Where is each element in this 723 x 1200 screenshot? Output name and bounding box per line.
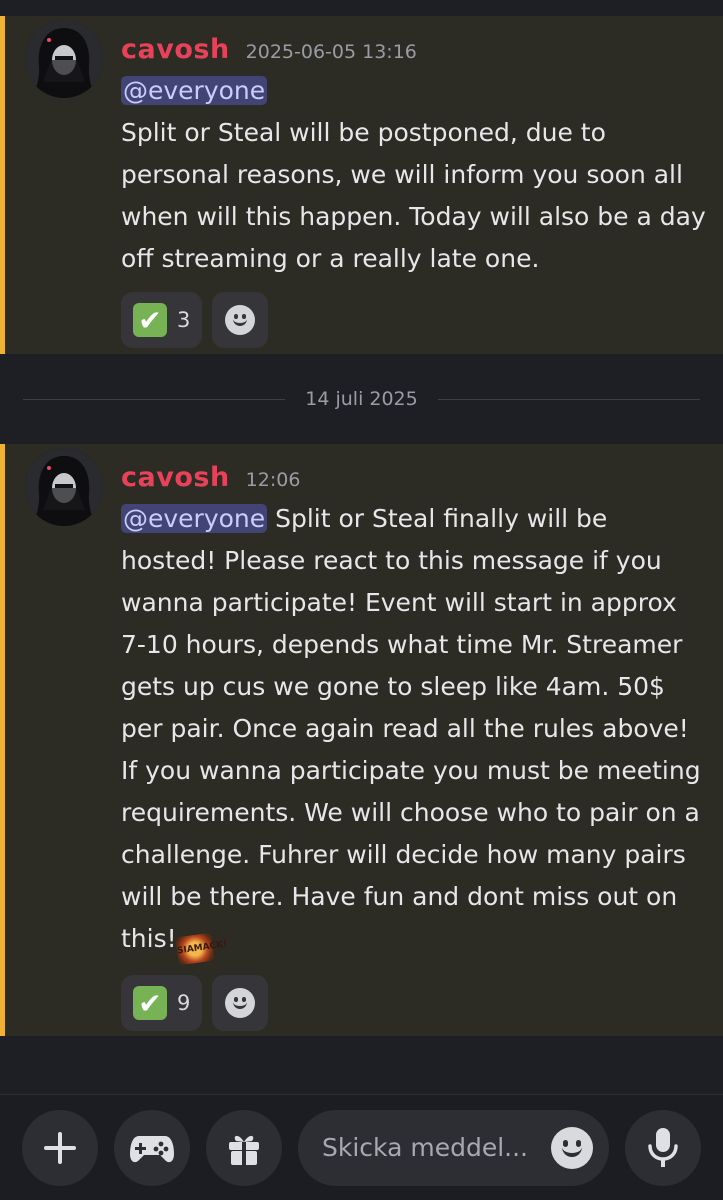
message-header: cavosh 12:06 [121,454,709,498]
add-reaction-button[interactable] [212,292,269,348]
message[interactable]: cavosh 2025-06-05 13:16 @everyone Split … [0,16,723,354]
plus-icon [44,1131,76,1164]
reaction-check[interactable]: ✔ 9 [121,975,203,1031]
timestamp: 12:06 [245,469,301,491]
sticker-emoji: SIAMACK! [174,932,227,966]
message-header: cavosh 2025-06-05 13:16 [121,26,709,70]
emoji-icon[interactable] [551,1126,593,1169]
timestamp: 2025-06-05 13:16 [245,41,417,63]
add-attachment-button[interactable] [22,1109,98,1186]
avatar[interactable] [25,448,103,526]
check-icon: ✔ [133,986,167,1020]
add-reaction-button[interactable] [212,975,269,1031]
reaction-count: 9 [177,991,191,1015]
check-icon: ✔ [133,303,167,337]
divider-date: 14 juli 2025 [305,388,418,410]
reactions: ✔ 3 [121,292,709,348]
message-text: Split or Steal finally will be hosted! P… [121,504,701,953]
divider-line-left [23,398,286,400]
activities-button[interactable] [114,1109,190,1186]
gift-button[interactable] [206,1109,282,1186]
avatar[interactable] [25,20,103,98]
message-content: @everyone Split or Steal will be postpon… [121,70,709,280]
hooded-figure-icon [25,448,103,526]
microphone-icon [648,1127,678,1167]
hooded-figure-icon [25,20,103,98]
reaction-count: 3 [177,308,191,332]
author-name[interactable]: cavosh [121,34,230,65]
message-content: @everyone Split or Steal finally will be… [121,498,709,966]
mention[interactable]: @everyone [121,504,268,533]
message-text: Split or Steal will be postponed, due to… [121,118,706,273]
date-divider: 14 juli 2025 [0,354,723,444]
gamepad-icon [130,1135,174,1162]
message[interactable]: cavosh 12:06 @everyone Split or Steal fi… [0,444,723,1036]
message-composer: Skicka meddel... [0,1094,723,1200]
reactions: ✔ 9 [121,975,709,1031]
mention[interactable]: @everyone [121,76,268,105]
gift-icon [229,1135,259,1165]
add-reaction-icon [225,305,256,335]
author-name[interactable]: cavosh [121,462,230,493]
top-gap [0,0,723,16]
message-input-placeholder: Skicka meddel... [322,1133,528,1162]
divider-line-right [437,398,700,400]
voice-message-button[interactable] [625,1109,701,1186]
reaction-check[interactable]: ✔ 3 [121,292,203,348]
message-input[interactable]: Skicka meddel... [298,1109,609,1186]
add-reaction-icon [225,988,256,1018]
